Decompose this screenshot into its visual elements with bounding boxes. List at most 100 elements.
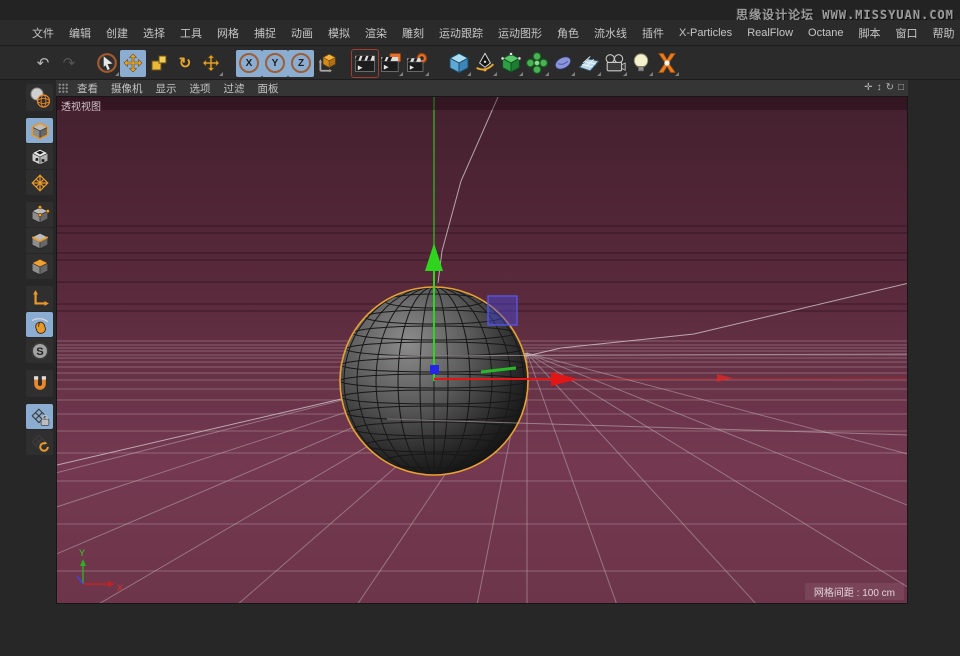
rotate-icon: ↻	[179, 56, 192, 71]
vmenu-filter[interactable]: 过滤	[224, 81, 245, 96]
menu-tools[interactable]: 工具	[180, 25, 202, 41]
menu-file[interactable]: 文件	[32, 25, 54, 41]
lock-workplane-button[interactable]	[26, 404, 53, 429]
menu-character[interactable]: 角色	[557, 25, 579, 41]
floor-button[interactable]	[576, 50, 602, 77]
render-settings-button[interactable]	[404, 50, 430, 77]
make-editable-button[interactable]	[26, 84, 53, 111]
enable-axis-button[interactable]	[26, 286, 53, 311]
live-selection-icon	[96, 52, 118, 74]
vmenu-cameras[interactable]: 摄像机	[111, 81, 143, 96]
menu-sculpt[interactable]: 雕刻	[402, 25, 424, 41]
mode-sidebar: S	[26, 84, 55, 456]
light-bulb-icon	[629, 51, 653, 75]
coordinate-system-button[interactable]	[314, 50, 340, 77]
model-mode-button[interactable]	[26, 118, 53, 143]
snapping-toggle-button[interactable]	[26, 370, 53, 397]
menu-octane[interactable]: Octane	[808, 27, 843, 39]
vmenu-view[interactable]: 查看	[77, 81, 98, 96]
menu-create[interactable]: 创建	[106, 25, 128, 41]
points-mode-button[interactable]	[26, 202, 53, 227]
gizmo-origin[interactable]	[430, 365, 439, 374]
edges-cube-icon	[30, 231, 50, 251]
undo-button[interactable]: ↶	[30, 50, 56, 77]
viewport-zoom-icon[interactable]: ↕	[877, 83, 882, 93]
live-selection-button[interactable]	[94, 50, 120, 77]
viewport-grip-icon[interactable]	[58, 83, 69, 94]
render-settings-gear-icon	[405, 51, 429, 75]
texture-mode-button[interactable]	[26, 144, 53, 169]
menu-realflow[interactable]: RealFlow	[747, 27, 793, 39]
viewport-nav-icons: ✛ ↕ ↻ □	[864, 80, 904, 96]
menu-snap[interactable]: 捕捉	[254, 25, 276, 41]
polygons-mode-button[interactable]	[26, 254, 53, 279]
floor-grid-icon	[577, 51, 601, 75]
render-to-picture-viewer-button[interactable]	[378, 50, 404, 77]
menu-pipeline[interactable]: 流水线	[594, 25, 627, 41]
light-button[interactable]	[628, 50, 654, 77]
vmenu-display[interactable]: 显示	[156, 81, 177, 96]
tweak-mouse-icon	[30, 315, 50, 335]
model-cube-icon	[30, 121, 50, 141]
redo-icon: ↷	[63, 56, 76, 71]
menu-window[interactable]: 窗口	[896, 25, 918, 41]
camera-button[interactable]	[602, 50, 628, 77]
edges-mode-button[interactable]	[26, 228, 53, 253]
polygons-cube-icon	[30, 257, 50, 277]
viewport-menu-bar: 查看 摄像机 显示 选项 过滤 面板 ✛ ↕ ↻ □	[56, 80, 908, 96]
menu-mesh[interactable]: 网格	[217, 25, 239, 41]
points-cube-icon	[30, 205, 50, 225]
menu-xparticles[interactable]: X-Particles	[679, 27, 732, 39]
grid-spacing-status: 网格间距 : 100 cm	[805, 583, 904, 600]
menu-mograph[interactable]: 运动图形	[498, 25, 542, 41]
spline-pen-button[interactable]	[472, 50, 498, 77]
perspective-viewport[interactable]: 透视视图	[56, 96, 908, 604]
gizmo-plane-handle[interactable]	[488, 296, 517, 325]
viewport-maximize-icon[interactable]: □	[898, 83, 904, 93]
menu-plugins[interactable]: 插件	[642, 25, 664, 41]
workplane-mode-cycle-button[interactable]	[26, 430, 53, 455]
vmenu-options[interactable]: 选项	[190, 81, 211, 96]
menu-script[interactable]: 脚本	[859, 25, 881, 41]
viewport-solo-button[interactable]	[26, 312, 53, 337]
snap-settings-button[interactable]: S	[26, 338, 53, 363]
axis-modify-icon	[30, 289, 50, 309]
render-view-button[interactable]	[352, 50, 378, 77]
menu-simulate[interactable]: 模拟	[328, 25, 350, 41]
z-axis-lock-button[interactable]: Z	[288, 50, 314, 77]
axis-y-label: Y	[79, 548, 85, 558]
workplane-lock-icon	[30, 407, 50, 427]
vmenu-panel[interactable]: 面板	[258, 81, 279, 96]
redo-button[interactable]: ↷	[56, 50, 82, 77]
menu-help[interactable]: 帮助	[933, 25, 955, 41]
x-axis-lock-button[interactable]: X	[236, 50, 262, 77]
editable-cube-icon	[499, 51, 523, 75]
move-tool-button[interactable]	[120, 50, 146, 77]
plugin-x-button[interactable]	[654, 50, 680, 77]
undo-icon: ↶	[37, 56, 50, 71]
rotate-tool-button[interactable]: ↻	[172, 50, 198, 77]
viewport-canvas: Y X	[57, 97, 908, 604]
add-primitive-cube-button[interactable]	[446, 50, 472, 77]
viewport-pan-icon[interactable]: ✛	[864, 83, 872, 93]
x-axis-icon: X	[239, 53, 259, 73]
modeling-object-button[interactable]	[498, 50, 524, 77]
camera-icon	[603, 51, 627, 75]
menu-render[interactable]: 渲染	[365, 25, 387, 41]
menu-animate[interactable]: 动画	[291, 25, 313, 41]
menu-motion-tracker[interactable]: 运动跟踪	[439, 25, 483, 41]
menu-select[interactable]: 选择	[143, 25, 165, 41]
y-axis-icon: Y	[265, 53, 285, 73]
workplane-mode-button[interactable]	[26, 170, 53, 195]
viewport-orbit-icon[interactable]: ↻	[886, 83, 894, 93]
y-axis-lock-button[interactable]: Y	[262, 50, 288, 77]
mograph-cloner-button[interactable]	[524, 50, 550, 77]
menu-edit[interactable]: 编辑	[69, 25, 91, 41]
scale-tool-button[interactable]	[146, 50, 172, 77]
mograph-icon	[525, 51, 549, 75]
tool-bar: ↶ ↷ ↻ X Y Z	[0, 47, 960, 80]
main-menu-bar: 文件 编辑 创建 选择 工具 网格 捕捉 动画 模拟 渲染 雕刻 运动跟踪 运动…	[0, 20, 960, 46]
fields-button[interactable]	[550, 50, 576, 77]
last-used-tool-button[interactable]	[198, 50, 224, 77]
spline-pen-icon	[473, 51, 497, 75]
